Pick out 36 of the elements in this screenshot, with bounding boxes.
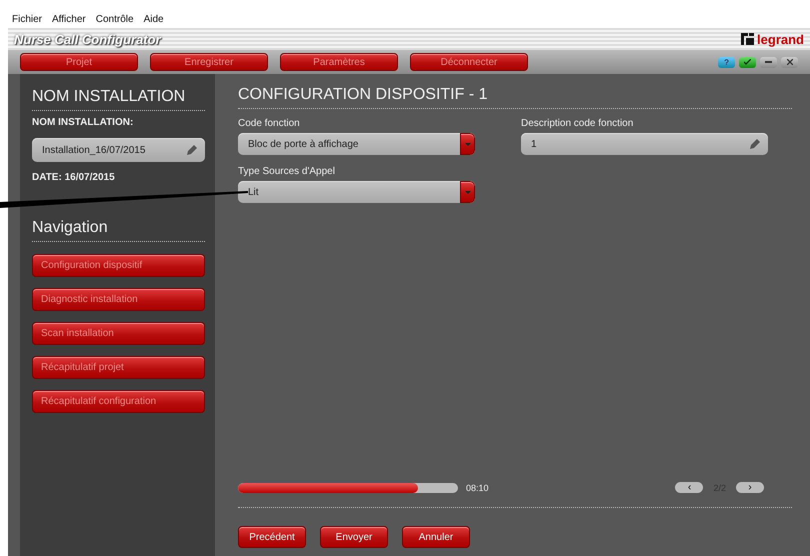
pencil-icon — [185, 143, 199, 157]
window-title: Nurse Call Configurator — [14, 32, 161, 46]
minimize-button[interactable] — [760, 56, 777, 68]
next-page-button[interactable]: › — [736, 482, 764, 493]
field-label: Description code fonction — [521, 116, 634, 130]
brand-logo: legrand — [757, 32, 804, 46]
field-label: Code fonction — [238, 116, 301, 130]
action-button[interactable]: Envoyer — [320, 526, 388, 548]
pencil-icon — [748, 137, 762, 151]
section-heading: NOM INSTALLATION — [32, 88, 186, 106]
close-button[interactable] — [781, 56, 798, 68]
time-text: 08:10 — [466, 482, 489, 492]
logo-icon — [741, 33, 754, 45]
field-label: NOM INSTALLATION: — [32, 117, 134, 128]
menu-item[interactable]: Fichier — [12, 14, 42, 24]
caret-icon — [464, 190, 470, 194]
dropdown[interactable]: Bloc de porte à affichage — [238, 133, 475, 155]
input-field[interactable]: 1 — [521, 133, 768, 155]
date-text: DATE: 16/07/2015 — [32, 172, 116, 183]
confirm-button[interactable] — [739, 56, 756, 68]
field-label: Type Sources d'Appel — [238, 164, 336, 178]
menu-item[interactable]: Afficher — [52, 14, 86, 24]
minimize-icon — [765, 61, 772, 63]
menu-item[interactable]: Contrôle — [96, 14, 134, 24]
action-button[interactable]: Precédent — [238, 526, 306, 548]
section-heading: Navigation — [32, 219, 109, 237]
help-button[interactable]: ? — [718, 56, 735, 68]
name-field[interactable]: Installation_16/07/2015 — [32, 138, 205, 162]
caret-icon — [464, 142, 470, 146]
check-icon — [744, 59, 751, 65]
previous-page-button[interactable]: ‹ — [675, 482, 704, 493]
page-heading: CONFIGURATION DISPOSITIF - 1 — [238, 86, 488, 104]
close-icon — [786, 59, 792, 65]
action-button[interactable]: Annuler — [402, 526, 470, 548]
menu-item[interactable]: Aide — [144, 14, 164, 24]
dropdown[interactable]: Lit — [238, 181, 475, 203]
